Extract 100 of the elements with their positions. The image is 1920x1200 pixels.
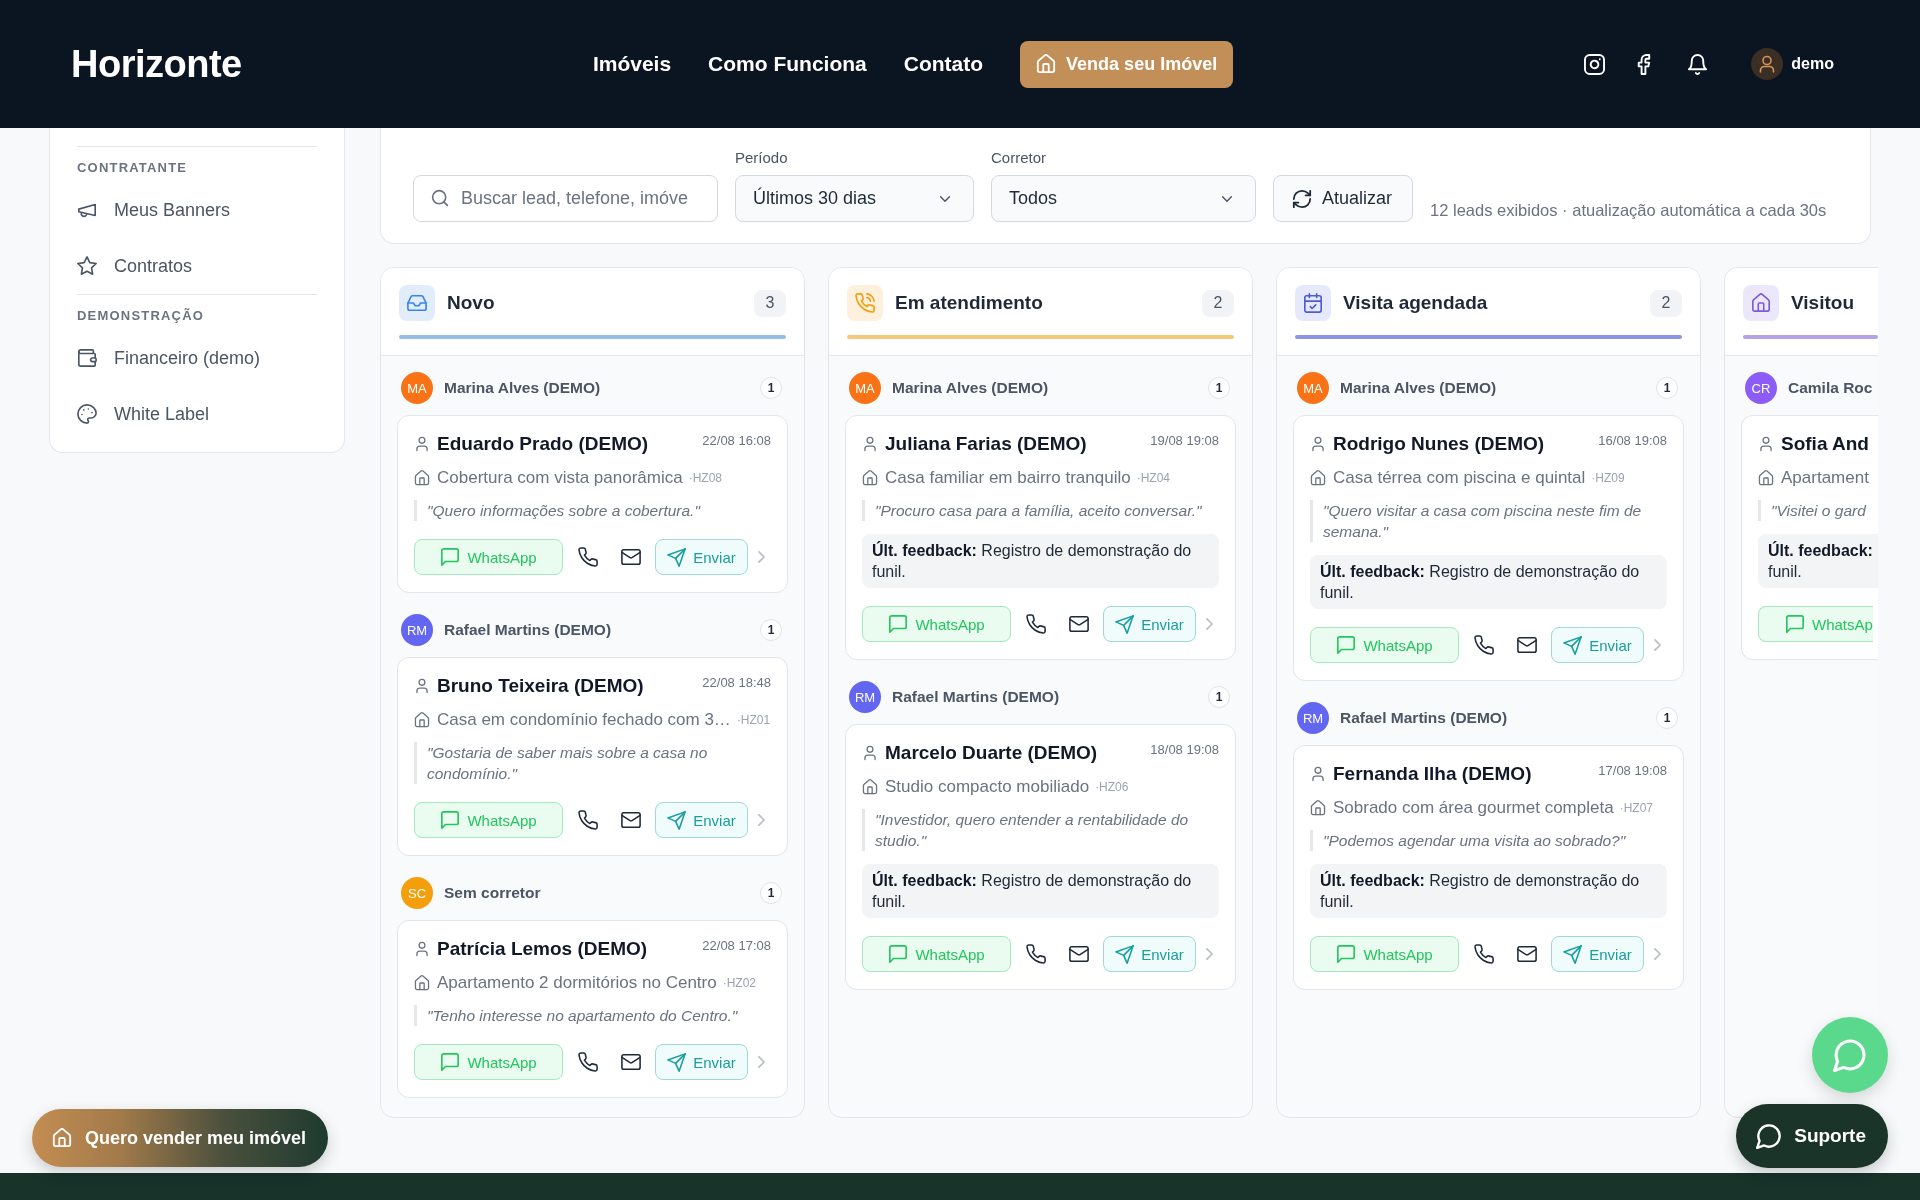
bell-icon[interactable]	[1687, 53, 1709, 75]
lead-count-badge: 2	[1650, 289, 1682, 317]
refresh-icon	[1292, 188, 1312, 209]
lead-count-badge: 3	[754, 289, 786, 317]
phone-icon[interactable]	[578, 810, 598, 830]
lead-card[interactable]: Patrícia Lemos (DEMO) 22/08 17:08 Apartamento 2 dormitórios no Centro ·HZ02 "Tenho interesse no apartamento do Centro." WhatsApp Enviar	[397, 920, 788, 1098]
lead-card[interactable]: Sofia And Apartament "Visitei o gard Últ. feedback: funil. WhatsAp	[1741, 415, 1878, 660]
sell-property-button[interactable]: Quero vender meu imóvel	[32, 1109, 329, 1167]
chat-icon	[440, 547, 461, 567]
nav-link[interactable]: Contato	[903, 52, 984, 76]
broker-avatar: MA	[1297, 372, 1329, 404]
broker-name: Rafael Martins (DEMO)	[1340, 709, 1508, 727]
feedback-note: Últ. feedback: Registro de demonstração do funil.	[862, 534, 1219, 588]
lead-date: 17/08 19:08	[1598, 763, 1667, 778]
broker-select[interactable]: Todos	[991, 175, 1256, 222]
column-title: Novo	[447, 292, 495, 314]
group-count-badge: 1	[1656, 377, 1678, 399]
house-icon	[414, 975, 430, 991]
phone-icon[interactable]	[578, 547, 598, 567]
house-icon	[1758, 470, 1774, 486]
lead-quote: "Quero visitar a casa com piscina neste fim de semana."	[1310, 500, 1667, 542]
house-icon	[414, 470, 430, 486]
chat-icon	[1336, 635, 1357, 655]
property-title: Casa térrea com piscina e quintal	[1333, 468, 1586, 488]
property-title: Apartament	[1781, 468, 1869, 488]
send-icon	[1563, 944, 1583, 964]
chat-bubble-icon	[1756, 1123, 1783, 1149]
property-code: ·HZ08	[688, 471, 722, 485]
star-icon	[77, 256, 97, 276]
user-avatar-icon[interactable]	[1751, 48, 1784, 80]
lead-name: Fernanda Ilha (DEMO)	[1333, 763, 1532, 785]
lead-card[interactable]: Eduardo Prado (DEMO) 22/08 16:08 Cobertura com vista panorâmica ·HZ08 "Quero informações sobre a cobertura." WhatsApp Enviar	[397, 415, 788, 593]
broker-name: Sem corretor	[444, 884, 541, 902]
search-field[interactable]: Buscar lead, telefone, imóve	[413, 175, 718, 222]
lead-name: Eduardo Prado (DEMO)	[437, 433, 649, 455]
mail-icon[interactable]	[621, 547, 641, 567]
lead-card[interactable]: Bruno Teixeira (DEMO) 22/08 18:48 Casa em condomínio fechado com 3… ·HZ01 "Gostaria de saber mais sobre a casa no condomínio." WhatsApp Enviar	[397, 657, 788, 856]
lead-name: Patrícia Lemos (DEMO)	[437, 938, 648, 960]
sidebar-item[interactable]: Meus Banners	[77, 182, 317, 238]
phone-icon[interactable]	[578, 1052, 598, 1072]
broker-avatar: RM	[849, 681, 881, 713]
house-icon	[414, 712, 430, 728]
refresh-button[interactable]: Atualizar	[1273, 175, 1414, 222]
nav-link[interactable]: Imóveis	[592, 52, 672, 76]
chat-icon	[440, 1052, 461, 1072]
sidebar-item[interactable]: Contratos	[77, 238, 317, 294]
calendar-check-icon	[1295, 285, 1331, 321]
house-icon	[1310, 470, 1326, 486]
lead-card[interactable]: Fernanda Ilha (DEMO) 17/08 19:08 Sobrado com área gourmet completa ·HZ07 "Podemos agendar uma visita ao sobrado?" Últ. feedback: Registro de demonstração do funil. WhatsApp Enviar	[1293, 745, 1684, 990]
broker-avatar: MA	[401, 372, 433, 404]
mail-icon[interactable]	[1517, 944, 1537, 964]
support-button[interactable]: Suporte	[1736, 1104, 1888, 1168]
lead-count-badge: 2	[1202, 289, 1234, 317]
broker-name: Rafael Martins (DEMO)	[444, 621, 612, 639]
palette-icon	[77, 404, 97, 424]
period-select[interactable]: Últimos 30 dias	[735, 175, 974, 222]
phone-icon[interactable]	[1474, 635, 1494, 655]
sidebar-item[interactable]: Financeiro (demo)	[77, 330, 317, 386]
brand-logo[interactable]: Horizonte	[71, 42, 242, 86]
group-count-badge: 1	[760, 377, 782, 399]
group-count-badge: 1	[760, 619, 782, 641]
lead-date: 22/08 18:48	[702, 675, 771, 690]
chat-icon	[888, 944, 909, 964]
lead-name: Juliana Farias (DEMO)	[885, 433, 1087, 455]
send-icon	[667, 547, 687, 567]
house-icon	[1036, 54, 1057, 74]
lead-card[interactable]: Juliana Farias (DEMO) 19/08 19:08 Casa familiar em bairro tranquilo ·HZ04 "Procuro casa para a família, aceito conversar." Últ. feedback: Registro de demonstração do funil. WhatsApp Enviar	[845, 415, 1236, 660]
nav-link[interactable]: Como Funciona	[708, 52, 867, 76]
column-title: Visita agendada	[1343, 292, 1488, 314]
property-title: Casa familiar em bairro tranquilo	[885, 468, 1131, 488]
person-icon	[862, 436, 878, 452]
mail-icon[interactable]	[1069, 614, 1089, 634]
property-title: Cobertura com vista panorâmica	[437, 468, 683, 488]
chat-bubble-icon	[1833, 1038, 1867, 1072]
lead-quote: "Procuro casa para a família, aceito conversar."	[862, 500, 1219, 521]
house-icon	[52, 1128, 72, 1148]
sidebar-item[interactable]: White Label	[77, 386, 317, 442]
house-icon	[862, 470, 878, 486]
feedback-note: Últ. feedback: Registro de demonstração do funil.	[1310, 555, 1667, 609]
user-name[interactable]: demo	[1791, 55, 1834, 73]
phone-icon[interactable]	[1026, 614, 1046, 634]
leads-info-text: 12 leads exibidos · atualização automática a cada 30s	[1430, 201, 1827, 220]
phone-icon[interactable]	[1026, 944, 1046, 964]
lead-quote: "Investidor, quero entender a rentabilidade do studio."	[862, 809, 1219, 851]
person-icon	[414, 941, 430, 957]
property-title: Casa em condomínio fechado com 3…	[437, 710, 731, 730]
property-code: ·HZ01	[736, 713, 771, 727]
mail-icon[interactable]	[1069, 944, 1089, 964]
mail-icon[interactable]	[621, 1052, 641, 1072]
lead-quote: "Visitei o gard	[1758, 500, 1878, 521]
lead-card[interactable]: Marcelo Duarte (DEMO) 18/08 19:08 Studio compacto mobiliado ·HZ06 "Investidor, quero entender a rentabilidade do studio." Últ. feedback: Registro de demonstração do funil. WhatsApp Enviar	[845, 724, 1236, 990]
mail-icon[interactable]	[621, 810, 641, 830]
mail-icon[interactable]	[1517, 635, 1537, 655]
instagram-icon[interactable]	[1584, 53, 1606, 75]
lead-card[interactable]: Rodrigo Nunes (DEMO) 16/08 19:08 Casa térrea com piscina e quintal ·HZ09 "Quero visitar a casa com piscina neste fim de semana." Últ. feedback: Registro de demonstração do funil. WhatsApp Enviar	[1293, 415, 1684, 681]
property-code: ·HZ02	[722, 976, 757, 990]
broker-avatar: SC	[401, 877, 433, 909]
broker-name: Marina Alves (DEMO)	[444, 379, 601, 397]
broker-name: Camila Roc	[1788, 379, 1873, 397]
phone-icon[interactable]	[1474, 944, 1494, 964]
